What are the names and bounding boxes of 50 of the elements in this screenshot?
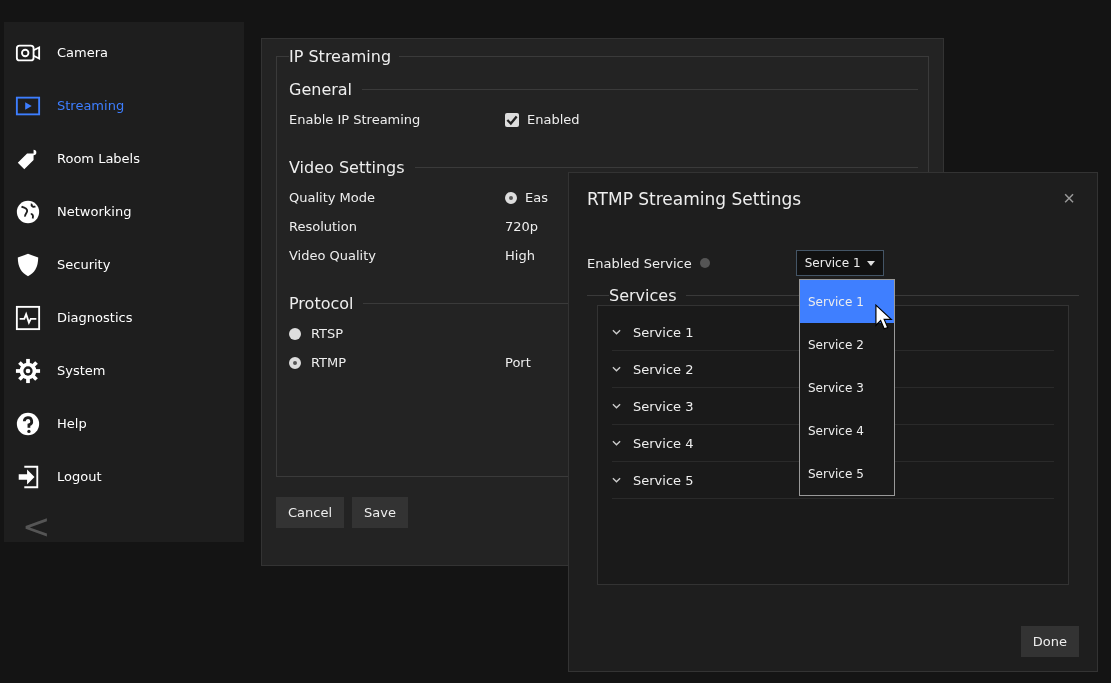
chevron-icon [612,477,621,483]
action-button[interactable]: Cancel [276,497,345,528]
sidebar-item[interactable]: Diagnostics [4,291,244,344]
action-button[interactable]: Save [352,497,408,528]
field-value: 720p [505,219,539,234]
field-label: Quality Mode [289,190,376,205]
dropdown-option[interactable]: Service 2 [800,323,894,366]
section-title: Services [609,286,678,305]
caret-icon [866,260,875,266]
field-value: High [505,248,535,263]
help-icon [15,410,41,437]
radio-button[interactable] [289,356,301,369]
cursor-icon [873,304,893,330]
checkbox[interactable] [505,112,519,127]
section-title: Video Settings [289,158,406,177]
sidebar-item[interactable]: Logout [4,450,244,503]
done-button[interactable]: Done [1020,626,1079,657]
sidebar-item[interactable]: Networking [4,185,244,238]
radio-button[interactable] [505,191,517,204]
field-label: Enable IP Streaming [289,112,422,127]
gear-icon [15,357,41,384]
shield-icon [15,251,41,278]
field-label: Resolution [289,219,358,234]
field-label: Enabled Service [587,255,692,271]
sidebar-item[interactable]: System [4,344,244,397]
radio-button[interactable] [289,327,301,340]
radio-label: RTMP [311,355,347,370]
checkbox-label: Enabled [527,112,580,127]
sidebar-item[interactable]: Help [4,397,244,450]
dialog-title: RTMP Streaming Settings [587,188,802,209]
close-button[interactable]: × [1059,187,1079,210]
pulse-icon [15,304,41,331]
field-label: Video Quality [289,248,377,263]
dropdown-option[interactable]: Service 5 [800,452,894,495]
section-title: IP Streaming [289,47,393,66]
section-title: Protocol [289,294,355,313]
sidebar-item[interactable]: Room Labels [4,132,244,185]
sidebar-item[interactable]: Streaming [4,79,244,132]
field-value: Eas [525,190,548,205]
radio-label: RTSP [311,326,344,341]
sidebar-item[interactable]: Security [4,238,244,291]
chevron-icon [612,403,621,409]
chevron-icon [612,366,621,372]
section-title: General [289,80,354,99]
chevron-icon [612,440,621,446]
sidebar-item[interactable]: Camera [4,26,244,79]
field-label: Port [505,355,531,370]
globe-icon [15,198,41,225]
service-select[interactable]: Service 1 [795,250,884,276]
chevron-icon [612,329,621,335]
